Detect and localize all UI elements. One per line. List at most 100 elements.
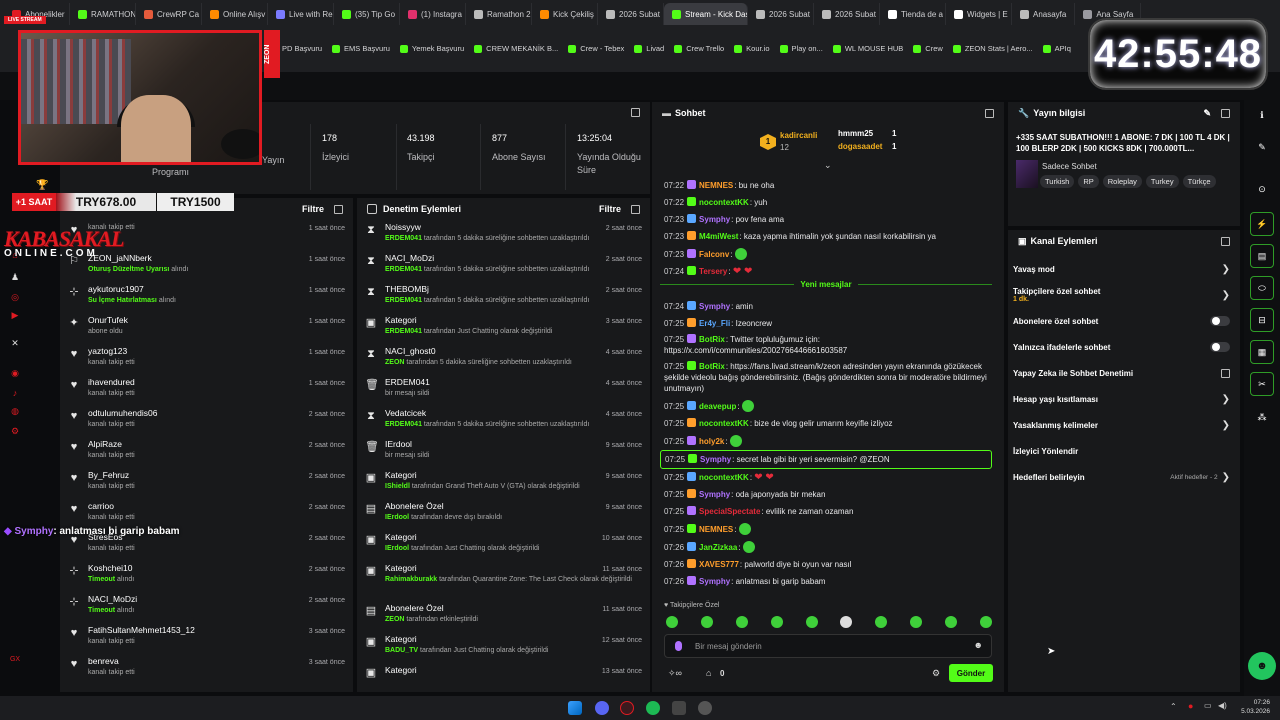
message-user[interactable]: XAVES777 [699, 560, 739, 569]
moderation-row[interactable]: ⧗ NACI_ghost0 ZEON tarafından 5 dakika sür… [357, 344, 650, 375]
filter-button[interactable]: Filtre [599, 204, 621, 214]
emote-icon[interactable] [840, 616, 853, 628]
discord-app-icon[interactable] [595, 701, 609, 715]
moderator-name[interactable]: ERDEM041 [385, 421, 422, 428]
browser-tab[interactable]: CrewRP Ca [136, 3, 202, 25]
message-user[interactable]: Tersery [699, 267, 727, 276]
emote-icon[interactable] [945, 616, 957, 628]
message-user[interactable]: M4miWest [699, 232, 738, 241]
chat-message[interactable]: 07:25 BotRix: Twitter topluluğumuz için: … [652, 332, 1000, 359]
browser-tab[interactable]: (35) Tip Go [334, 3, 400, 25]
chat-message[interactable]: 07:23 Falconv: [652, 245, 1000, 263]
users-icon[interactable]: ♟ [9, 272, 21, 284]
channel-action-row[interactable]: Hesap yaşı kısıtlaması ❯ [1008, 386, 1240, 412]
activity-row[interactable]: ⊹ NACI_MoDzi Timeout alındı 2 saat önce [60, 592, 353, 623]
expand-icon[interactable] [1221, 108, 1230, 118]
moderation-row[interactable]: 🗑 IErdool bir mesajı sildi 9 saat önce [357, 437, 650, 468]
activity-row[interactable]: ♥ By_Fehruz kanalı takip etti 2 saat önce [60, 468, 353, 499]
moderation-row[interactable]: ▣ Kategori Rahimakburakk tarafından Quaran… [357, 561, 650, 601]
moderation-row[interactable]: ▣ Kategori BADU_TV tarafından Just Chattin… [357, 632, 650, 663]
gifter-name[interactable]: kadircanli [780, 131, 817, 140]
message-user[interactable]: NEMNES [699, 181, 733, 190]
collapse-icon[interactable]: ⌄ [824, 160, 832, 171]
mic-tray-icon[interactable]: ● [1188, 701, 1193, 711]
emote-icon[interactable] [979, 616, 992, 628]
chat-message[interactable]: 07:26 Symphy: anlatması bi garip babam [652, 573, 1000, 590]
browser-tab[interactable]: (1) Instagra [400, 3, 466, 25]
moderator-name[interactable]: IErdool [385, 545, 409, 552]
message-user[interactable]: Symphy [700, 455, 731, 464]
emoji-icon[interactable]: ☻ [974, 640, 983, 650]
clock[interactable]: 07:26 5.03.2026 [1240, 698, 1270, 716]
message-user[interactable]: Symphy [699, 302, 730, 311]
moderation-row[interactable]: ▣ Kategori IShieldl tarafından Grand Theft… [357, 468, 650, 499]
message-user[interactable]: Symphy [699, 215, 730, 224]
moderator-name[interactable]: ZEON [385, 616, 404, 623]
channel-action-row[interactable]: Yasaklanmış kelimeler ❯ [1008, 412, 1240, 438]
chat-message[interactable]: 07:25 BotRix: https://fans.livad.stream/k… [652, 359, 1000, 397]
stream-tag[interactable]: RP [1078, 175, 1099, 188]
channel-action-row[interactable]: Yavaş mod ❯ [1008, 256, 1240, 282]
youtube-icon[interactable]: ▶ [9, 310, 21, 322]
bookmark-item[interactable]: Kour.io [734, 44, 770, 53]
activity-row[interactable]: ⊹ Koshchei10 Timeout alındı 2 saat önce [60, 561, 353, 592]
expand-icon[interactable] [985, 108, 994, 118]
activity-row[interactable]: ♥ benreva kanalı takip etti 3 saat önce [60, 654, 353, 685]
moderator-name[interactable]: IShieldl [385, 483, 410, 490]
info-icon[interactable]: ℹ [1250, 104, 1274, 128]
opera-gx-icon[interactable] [620, 701, 634, 715]
chat-message[interactable]: 07:23 M4miWest: kaza yapma ihtimalin yok … [652, 228, 1000, 245]
expand-icon[interactable] [334, 204, 343, 214]
channel-action-row[interactable]: Takipçilere özel sohbet 1 dk. ❯ [1008, 282, 1240, 308]
bookmark-item[interactable]: CREW MEKANİK B... [474, 44, 558, 53]
moderation-row[interactable]: ⧗ NACI_MoDzi ERDEM041 tarafından 5 dakika … [357, 251, 650, 282]
moderator-name[interactable]: ERDEM041 [385, 266, 422, 273]
chat-input[interactable]: Bir mesaj gönderin ☻ [664, 634, 992, 658]
filter-button[interactable]: Filtre [302, 204, 324, 214]
bookmark-item[interactable]: Livad [634, 44, 664, 53]
split-icon[interactable]: ⊟ [1250, 308, 1274, 332]
pencil-icon[interactable]: ✎ [1250, 136, 1274, 160]
browser-tab[interactable]: Online Alışv [202, 3, 268, 25]
stream-tag[interactable]: Roleplay [1102, 175, 1142, 188]
stream-tag[interactable]: Turkish [1040, 175, 1075, 188]
moderation-row[interactable]: ▣ Kategori ERDEM041 tarafından Just Chatti… [357, 313, 650, 344]
note-icon[interactable]: ▤ [1250, 244, 1274, 268]
message-user[interactable]: BotRix [699, 362, 725, 371]
message-user[interactable]: SpecialSpectate [699, 507, 760, 516]
activity-row[interactable]: ♥ ihavendured kanalı takip etti 1 saat önce [60, 375, 353, 406]
bookmark-item[interactable]: Crew - Tebex [568, 44, 624, 53]
x-icon[interactable]: ✕ [9, 338, 21, 350]
bookmark-item[interactable]: Yemek Başvuru [399, 44, 464, 53]
activity-row[interactable]: ♥ yaztog123 kanalı takip etti 1 saat önce [60, 344, 353, 375]
browser-tab[interactable]: Live with Re [268, 3, 334, 25]
chat-message[interactable]: 07:25 NEMNES: [652, 520, 1000, 538]
message-user[interactable]: Er4y_Fli [699, 319, 730, 328]
moderation-row[interactable]: ▤ Abonelere Özel ZEON tarafından etkinleşt… [357, 601, 650, 632]
browser-tab[interactable]: Stream - Kick Dashb [664, 3, 748, 25]
expand-icon[interactable] [631, 108, 640, 117]
chevron-right-icon[interactable]: ❯ [1222, 420, 1230, 431]
target-icon[interactable]: ⊙ [1250, 178, 1274, 202]
bookmark-item[interactable]: EMS Başvuru [332, 44, 390, 53]
obs-icon[interactable] [698, 701, 712, 715]
browser-tab[interactable]: 2026 Subat [598, 3, 664, 25]
toggle-switch[interactable] [1210, 342, 1230, 352]
chat-bubble-icon[interactable]: ⬭ [1250, 276, 1274, 300]
moderation-row[interactable]: ▣ Kategori IErdool tarafından Just Chattin… [357, 530, 650, 561]
message-user[interactable]: NEMNES [699, 525, 733, 534]
moderator-name[interactable]: Rahimakburakk [385, 576, 437, 583]
browser-tab[interactable]: Kick Çekiliş [532, 3, 598, 25]
message-user[interactable]: Symphy [699, 490, 730, 499]
browser-tab[interactable]: RAMATHON [70, 3, 136, 25]
bookmark-item[interactable]: Play on... [779, 44, 823, 53]
activity-row[interactable]: ♥ odtulumuhendis06 kanalı takip etti 2 saat… [60, 406, 353, 437]
moderation-row[interactable]: ▤ Abonelere Özel IErdool tarafından devre … [357, 499, 650, 530]
lightning-icon[interactable]: ⚡ [1250, 212, 1274, 236]
browser-tab[interactable]: Anasayfa [1012, 3, 1076, 25]
activity-row[interactable]: ✦ OnurTufek abone oldu 1 saat önce [60, 313, 353, 344]
chat-message[interactable]: 07:25 nocontextKK: ❤ ❤ [652, 469, 1000, 486]
bookmark-item[interactable]: APIq [1042, 44, 1071, 53]
kicks-icon[interactable]: ✧∞ [668, 668, 682, 679]
browser-tab[interactable]: Ramathon 2 [466, 3, 532, 25]
